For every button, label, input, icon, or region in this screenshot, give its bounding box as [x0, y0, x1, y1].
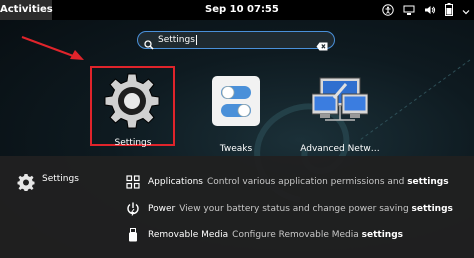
app-label-advanced-network: Advanced Netw…	[300, 144, 380, 154]
result-removable-media[interactable]: Removable Media Configure Removable Medi…	[125, 227, 403, 243]
result-title: Applications	[148, 177, 203, 187]
usb-icon	[125, 228, 141, 242]
gear-icon	[17, 173, 35, 195]
search-results-panel: Settings Applications Control various ap…	[0, 156, 474, 258]
app-label-tweaks: Tweaks	[219, 144, 253, 154]
app-advanced-network[interactable]: Advanced Netw…	[300, 76, 396, 154]
power-icon	[125, 202, 141, 216]
provider-name[interactable]: Settings	[42, 173, 79, 185]
result-title: Removable Media	[148, 230, 229, 240]
result-description: View your battery status and change powe…	[179, 204, 453, 214]
result-title: Power	[148, 204, 176, 214]
app-settings[interactable]: Settings	[103, 70, 187, 148]
result-applications[interactable]: Applications Control various application…	[125, 174, 449, 190]
result-description: Configure Removable Media settings	[232, 230, 404, 240]
result-power[interactable]: Power View your battery status and chang…	[125, 201, 453, 217]
applications-grid-icon	[125, 175, 141, 189]
app-tweaks[interactable]: Tweaks	[212, 76, 296, 154]
network-computers-icon	[311, 76, 369, 130]
app-label-settings: Settings	[114, 138, 152, 148]
result-description: Control various application permissions …	[206, 177, 449, 187]
tweaks-toggle-icon	[212, 76, 260, 130]
gear-icon	[103, 72, 161, 134]
